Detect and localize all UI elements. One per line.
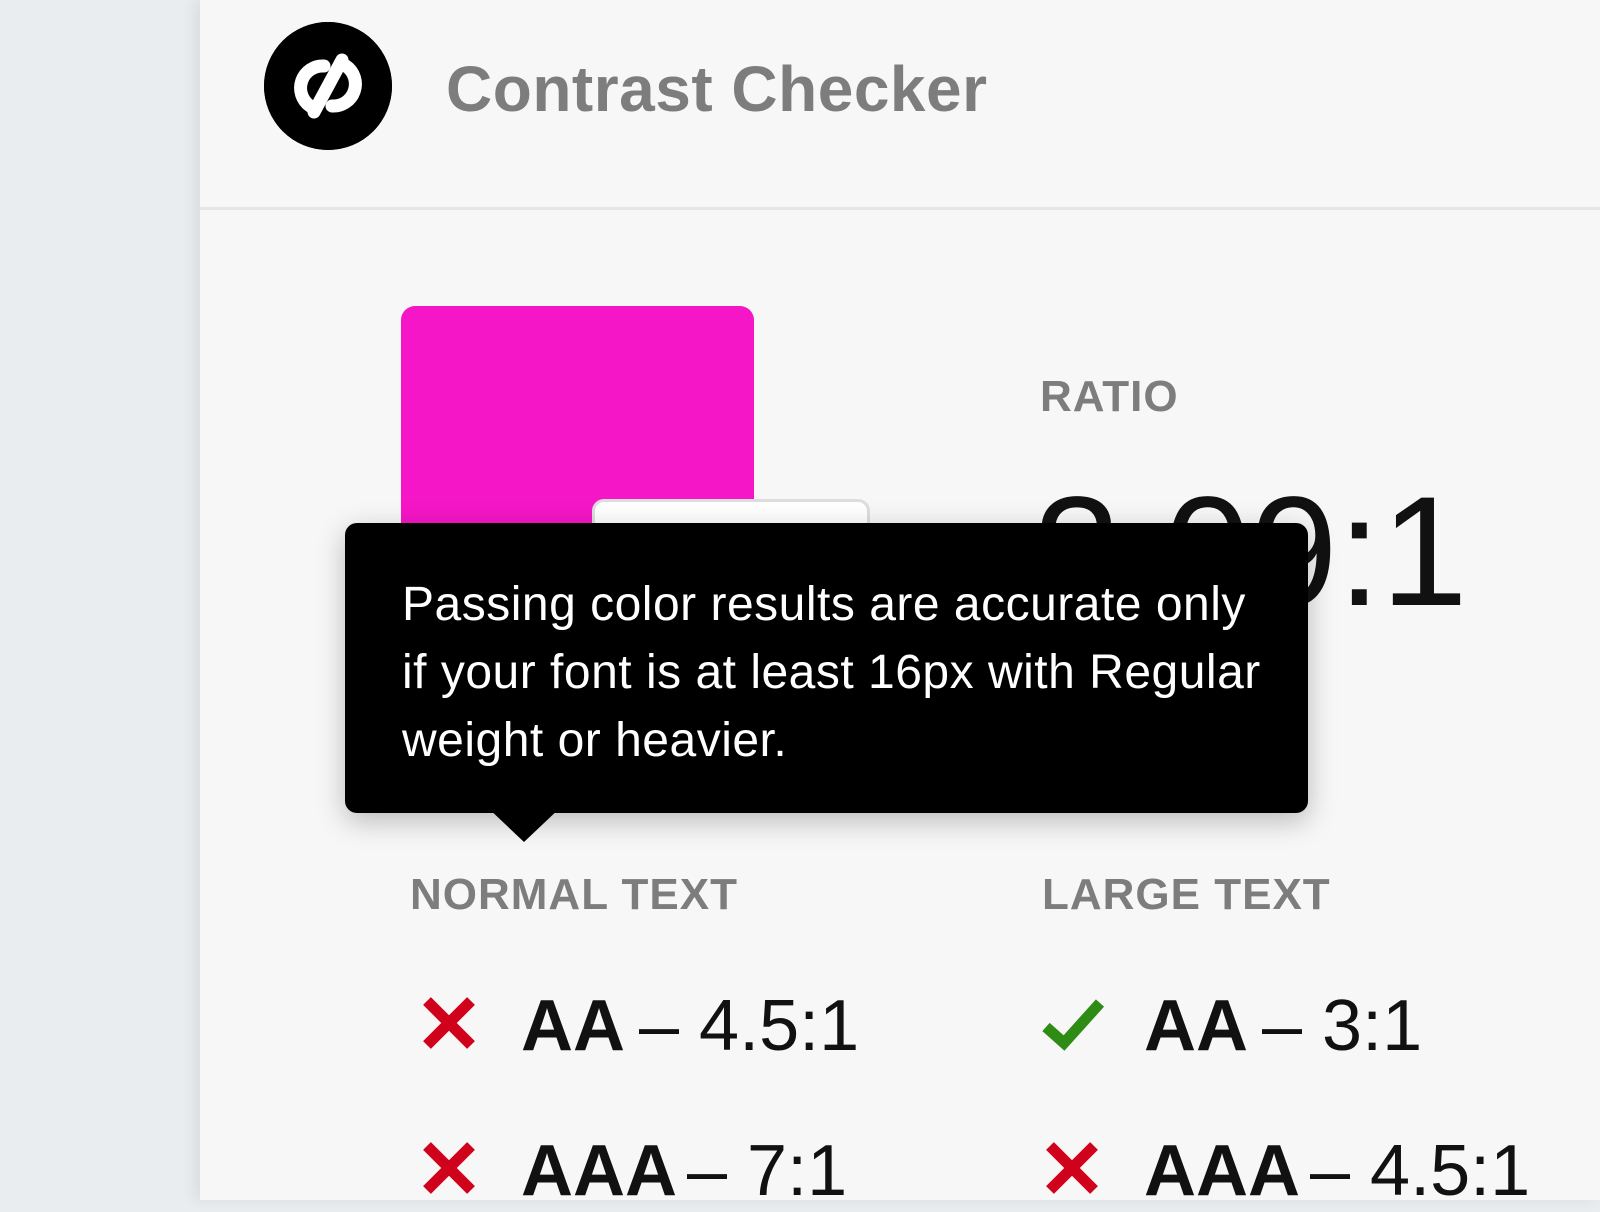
contrast-logo-icon [264, 22, 392, 150]
header: Contrast Checker [200, 0, 1600, 210]
x-icon [1040, 1136, 1104, 1200]
result-level: AA [1144, 986, 1248, 1066]
normal-text-heading: NORMAL TEXT [410, 870, 738, 919]
result-requirement: – 3:1 [1262, 986, 1423, 1066]
canvas-background [0, 0, 200, 1200]
plugin-panel: Contrast Checker RATIO 3.09:1 Passing co… [200, 0, 1600, 1211]
result-requirement: – 4.5:1 [639, 986, 860, 1066]
tooltip-arrow [486, 806, 562, 842]
x-icon [417, 1136, 481, 1200]
check-icon [1040, 991, 1104, 1055]
info-tooltip: Passing color results are accurate only … [345, 523, 1308, 842]
tooltip-text: Passing color results are accurate only … [402, 578, 1261, 767]
app-title: Contrast Checker [446, 53, 988, 125]
large-text-heading: LARGE TEXT [1042, 870, 1331, 919]
ratio-label: RATIO [1040, 372, 1179, 421]
x-icon [417, 991, 481, 1055]
result-level: AA [521, 986, 625, 1066]
